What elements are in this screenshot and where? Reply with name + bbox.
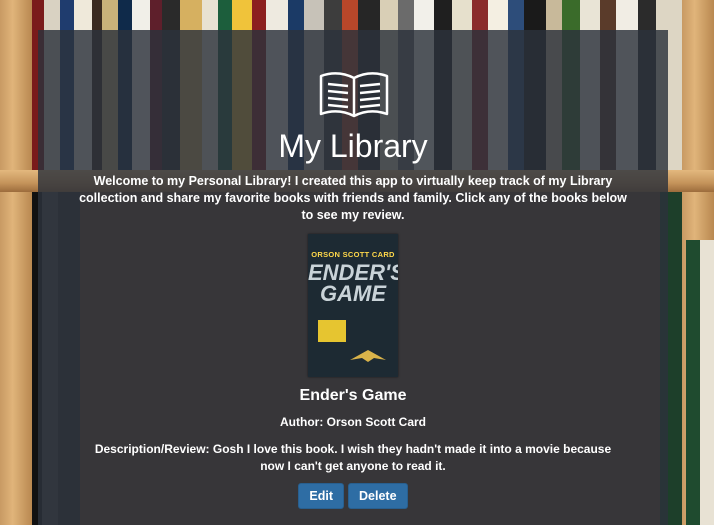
library-panel: My Library Welcome to my Personal Librar… [38, 30, 668, 525]
action-buttons: Edit Delete [38, 483, 668, 509]
cover-badge [318, 320, 346, 342]
open-book-icon [319, 72, 389, 118]
delete-button[interactable]: Delete [348, 483, 408, 509]
book-cover[interactable]: ORSON SCOTT CARD ENDER'S GAME [308, 234, 398, 377]
book-author: Author: Orson Scott Card [280, 415, 426, 429]
edit-button[interactable]: Edit [298, 483, 345, 509]
book-title[interactable]: Ender's Game [38, 387, 668, 405]
page-title: My Library [278, 128, 428, 164]
cover-author: ORSON SCOTT CARD [311, 250, 395, 259]
cover-title: ENDER'S GAME [308, 260, 398, 306]
intro-text: Welcome to my Personal Library! I create… [79, 174, 627, 222]
book-review: Description/Review: Gosh I love this boo… [94, 442, 612, 473]
ship-graphic-icon [350, 350, 386, 362]
